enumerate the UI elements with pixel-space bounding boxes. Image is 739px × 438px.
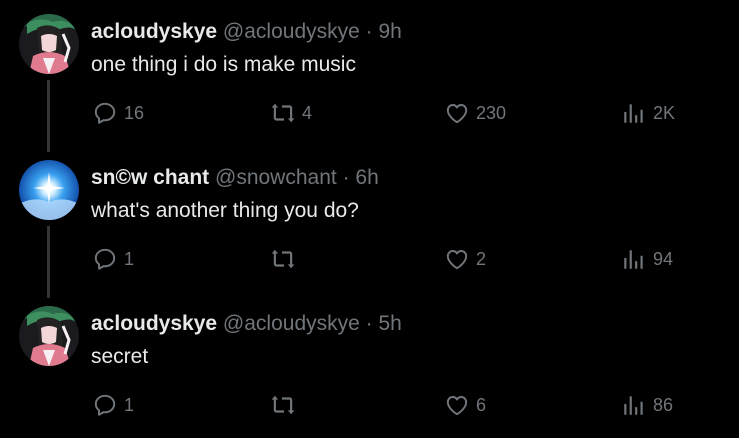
post-header: acloudyskye @acloudyskye · 9h <box>91 18 402 46</box>
repost-button[interactable] <box>270 244 302 274</box>
views-icon <box>624 396 643 415</box>
post-text: what's another thing you do? <box>91 199 359 222</box>
post-time[interactable]: 9h <box>379 20 402 43</box>
post[interactable]: acloudyskye @acloudyskye · 9h one thing … <box>0 0 739 152</box>
anime-character-avatar-image <box>19 306 79 366</box>
view-count: 94 <box>653 248 674 269</box>
reply-icon <box>94 394 116 416</box>
post[interactable]: acloudyskye @acloudyskye · 5h secret 1 6… <box>0 292 739 438</box>
glowing-blue-star-avatar-image <box>19 160 79 220</box>
post-actions: 1 2 94 <box>0 244 739 274</box>
display-name[interactable]: acloudyskye <box>91 312 217 335</box>
post-time[interactable]: 5h <box>379 312 402 335</box>
user-handle[interactable]: @acloudyskye <box>223 20 360 43</box>
post-text: secret <box>91 345 149 368</box>
display-name[interactable]: sn©w chant <box>91 166 209 189</box>
repost-count: 4 <box>302 102 313 123</box>
like-count: 230 <box>476 102 507 123</box>
like-icon <box>446 250 468 270</box>
separator-dot: · <box>342 166 350 189</box>
like-button[interactable]: 6 <box>444 390 486 420</box>
anime-character-avatar-image <box>19 14 79 74</box>
like-button[interactable]: 2 <box>444 244 486 274</box>
display-name[interactable]: acloudyskye <box>91 20 217 43</box>
reply-button[interactable]: 1 <box>92 244 134 274</box>
post-actions: 1 6 86 <box>0 390 739 420</box>
separator-dot: · <box>365 20 373 43</box>
like-button[interactable]: 230 <box>444 98 506 128</box>
reply-button[interactable]: 1 <box>92 390 134 420</box>
views-button[interactable]: 86 <box>621 390 673 420</box>
views-button[interactable]: 2K <box>621 98 675 128</box>
views-icon <box>624 104 643 123</box>
view-count: 86 <box>653 394 674 415</box>
like-count: 6 <box>476 394 487 415</box>
post-header: sn©w chant @snowchant · 6h <box>91 164 379 192</box>
avatar[interactable] <box>19 14 79 74</box>
like-count: 2 <box>476 248 487 269</box>
repost-icon <box>271 103 295 123</box>
post-header: acloudyskye @acloudyskye · 5h <box>91 310 402 338</box>
user-handle[interactable]: @acloudyskye <box>223 312 360 335</box>
post[interactable]: sn©w chant @snowchant · 6h what's anothe… <box>0 146 739 298</box>
separator-dot: · <box>365 312 373 335</box>
like-icon <box>446 396 468 416</box>
repost-icon <box>271 249 295 269</box>
repost-button[interactable]: 4 <box>270 98 312 128</box>
repost-button[interactable] <box>270 390 302 420</box>
post-actions: 16 4 230 2K <box>0 98 739 128</box>
post-text: one thing i do is make music <box>91 53 356 76</box>
avatar[interactable] <box>19 160 79 220</box>
like-icon <box>446 104 468 124</box>
avatar[interactable] <box>19 306 79 366</box>
reply-icon <box>94 102 116 124</box>
view-count: 2K <box>653 102 676 123</box>
user-handle[interactable]: @snowchant <box>215 166 337 189</box>
reply-count: 1 <box>124 248 135 269</box>
views-button[interactable]: 94 <box>621 244 673 274</box>
reply-count: 1 <box>124 394 135 415</box>
reply-icon <box>94 248 116 270</box>
views-icon <box>624 250 643 269</box>
conversation-thread: acloudyskye @acloudyskye · 9h one thing … <box>0 0 739 432</box>
post-time[interactable]: 6h <box>355 166 378 189</box>
reply-button[interactable]: 16 <box>92 98 144 128</box>
repost-icon <box>271 395 295 415</box>
reply-count: 16 <box>124 102 145 123</box>
